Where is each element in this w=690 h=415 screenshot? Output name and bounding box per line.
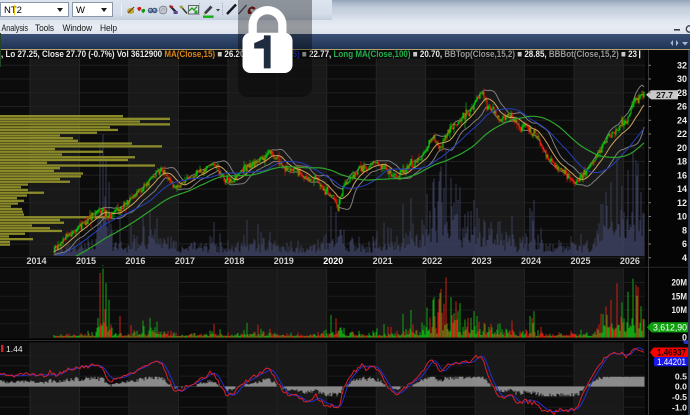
svg-text:4: 4 [682, 252, 687, 262]
svg-text:2023: 2023 [472, 256, 492, 266]
svg-text:2025: 2025 [570, 256, 590, 266]
svg-text:-1.0: -1.0 [672, 402, 687, 412]
svg-text:-0.5: -0.5 [672, 392, 687, 402]
svg-text:2022: 2022 [422, 256, 442, 266]
svg-text:32: 32 [677, 60, 687, 70]
svg-text:2024: 2024 [521, 256, 541, 266]
svg-text:0: 0 [682, 332, 687, 342]
svg-text:2015: 2015 [76, 256, 96, 266]
svg-text:, Lo 27.25, Close 27.70 (-0.7%: , Lo 27.25, Close 27.70 (-0.7%) Vol 3612… [1, 50, 637, 59]
svg-text:12: 12 [677, 197, 687, 207]
svg-text:24: 24 [677, 115, 687, 125]
svg-text:0.0: 0.0 [675, 381, 687, 391]
svg-text:2020: 2020 [323, 256, 343, 266]
svg-text:28: 28 [677, 87, 687, 97]
svg-text:20: 20 [677, 142, 687, 152]
svg-text:2018: 2018 [224, 256, 244, 266]
svg-text:0.5: 0.5 [675, 371, 687, 381]
svg-text:10M: 10M [672, 305, 688, 315]
svg-text:15M: 15M [672, 291, 688, 301]
svg-text:2021: 2021 [373, 256, 393, 266]
svg-text:6: 6 [682, 239, 687, 249]
svg-text:10: 10 [677, 211, 687, 221]
svg-text:30: 30 [677, 74, 687, 84]
svg-text:22: 22 [677, 129, 687, 139]
svg-text:2026: 2026 [620, 256, 640, 266]
svg-text:26: 26 [677, 101, 687, 111]
svg-text:14: 14 [677, 184, 687, 194]
svg-text:8: 8 [682, 225, 687, 235]
svg-text:Analysis: Analysis [2, 23, 29, 34]
svg-text:18: 18 [677, 156, 687, 166]
svg-text:2016: 2016 [125, 256, 145, 266]
svg-text:1.44: 1.44 [6, 344, 23, 354]
svg-text:20M: 20M [672, 277, 688, 287]
svg-text:1.44201: 1.44201 [657, 356, 686, 366]
svg-text:2014: 2014 [27, 256, 47, 266]
svg-text:2019: 2019 [274, 256, 294, 266]
svg-text:Tools: Tools [35, 23, 54, 34]
svg-text:16: 16 [677, 170, 687, 180]
svg-text:27.7: 27.7 [656, 90, 673, 100]
svg-text:3,612,90: 3,612,90 [653, 322, 687, 332]
svg-text:2017: 2017 [175, 256, 195, 266]
svg-text:Window: Window [63, 23, 93, 34]
svg-text:Help: Help [100, 23, 117, 34]
